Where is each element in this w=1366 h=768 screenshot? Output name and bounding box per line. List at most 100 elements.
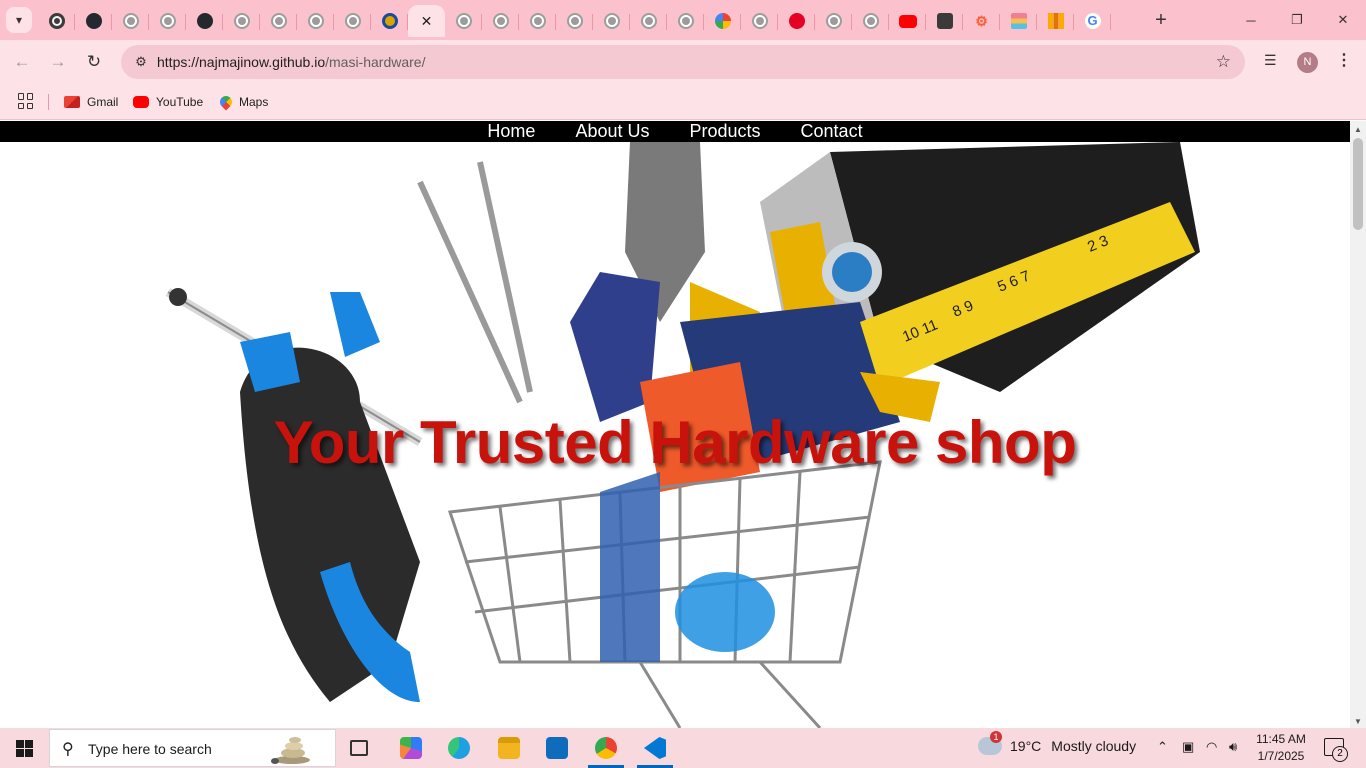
media-controls-icon[interactable]: ☰ bbox=[1264, 52, 1277, 69]
scroll-up-icon[interactable]: ▲ bbox=[1354, 125, 1362, 134]
tab[interactable] bbox=[223, 5, 260, 37]
url-host: https://najmajinow.github.io bbox=[157, 54, 326, 70]
arrow-right-icon: → bbox=[49, 52, 67, 71]
nav-link-contact[interactable]: Contact bbox=[801, 121, 863, 142]
rainbow-icon bbox=[1010, 13, 1027, 29]
tab-active[interactable]: ✕ bbox=[408, 5, 445, 37]
search-highlight-image bbox=[271, 737, 310, 764]
chevron-up-icon[interactable]: ⌃ bbox=[1157, 739, 1168, 755]
tab[interactable] bbox=[593, 5, 630, 37]
bookmark-youtube[interactable]: YouTube bbox=[133, 92, 203, 112]
tab[interactable] bbox=[852, 5, 889, 37]
youtube-icon bbox=[133, 96, 149, 108]
tab[interactable] bbox=[482, 5, 519, 37]
tab[interactable] bbox=[38, 5, 75, 37]
tab[interactable] bbox=[297, 5, 334, 37]
url-text[interactable]: https://najmajinow.github.io/masi-hardwa… bbox=[157, 54, 425, 70]
globe-icon bbox=[825, 13, 842, 29]
edge-icon[interactable] bbox=[448, 737, 470, 759]
nav-link-home[interactable]: Home bbox=[487, 121, 535, 142]
site-info-button[interactable]: ⚙ bbox=[129, 50, 153, 74]
globe-icon bbox=[122, 13, 139, 29]
globe-icon bbox=[270, 13, 287, 29]
browser-toolbar: ← → ↻ ⚙ https://najmajinow.github.io/mas… bbox=[0, 40, 1366, 85]
file-explorer-icon[interactable] bbox=[498, 737, 520, 759]
globe-icon bbox=[862, 13, 879, 29]
more-menu-icon[interactable]: ⋮ bbox=[1336, 50, 1352, 70]
page-scrollbar[interactable]: ▲ ▼ bbox=[1350, 121, 1366, 728]
tab[interactable] bbox=[704, 5, 741, 37]
close-window-button[interactable]: ✕ bbox=[1320, 0, 1366, 40]
bookmark-label: Maps bbox=[239, 95, 269, 109]
tab[interactable] bbox=[815, 5, 852, 37]
globe-icon bbox=[159, 13, 176, 29]
globe-icon bbox=[455, 13, 472, 29]
globe-icon bbox=[603, 13, 620, 29]
chrome-icon[interactable] bbox=[595, 737, 617, 759]
tab[interactable] bbox=[630, 5, 667, 37]
tab[interactable] bbox=[519, 5, 556, 37]
new-tab-button[interactable]: + bbox=[1150, 9, 1172, 31]
tab[interactable] bbox=[889, 5, 926, 37]
weather-alert-badge: 1 bbox=[990, 731, 1002, 743]
app-icon bbox=[936, 13, 953, 29]
tab[interactable] bbox=[1000, 5, 1037, 37]
tab[interactable] bbox=[667, 5, 704, 37]
tab[interactable] bbox=[260, 5, 297, 37]
tab[interactable] bbox=[149, 5, 186, 37]
weather-text: Mostly cloudy bbox=[1051, 738, 1137, 754]
volume-icon[interactable]: 🔊︎ bbox=[1229, 739, 1237, 755]
minimize-button[interactable]: ─ bbox=[1228, 0, 1274, 40]
apps-grid-icon[interactable] bbox=[18, 93, 34, 109]
vscode-icon[interactable] bbox=[644, 737, 666, 759]
weather-widget[interactable]: 1 19°C Mostly cloudy bbox=[978, 731, 1137, 755]
gmail-icon bbox=[64, 96, 80, 108]
restore-button[interactable]: ❐ bbox=[1274, 0, 1320, 40]
tab[interactable] bbox=[445, 5, 482, 37]
tab[interactable] bbox=[1037, 5, 1074, 37]
tab[interactable] bbox=[926, 5, 963, 37]
globe-icon bbox=[307, 13, 324, 29]
tab[interactable]: G bbox=[1074, 5, 1111, 37]
scrollbar-thumb[interactable] bbox=[1353, 138, 1363, 230]
system-clock[interactable]: 11:45 AM 1/7/2025 bbox=[1252, 731, 1310, 765]
outlook-icon[interactable] bbox=[546, 737, 568, 759]
tab-search-button[interactable]: ▾ bbox=[6, 7, 32, 33]
tab[interactable]: ⚙ bbox=[963, 5, 1000, 37]
bookmark-gmail[interactable]: Gmail bbox=[64, 92, 118, 112]
search-placeholder: Type here to search bbox=[88, 741, 212, 757]
forward-button[interactable]: → bbox=[46, 50, 70, 74]
address-bar[interactable]: ⚙ https://najmajinow.github.io/masi-hard… bbox=[121, 45, 1245, 79]
tab[interactable] bbox=[371, 5, 408, 37]
github-icon bbox=[85, 13, 102, 29]
github-icon bbox=[196, 13, 213, 29]
tab[interactable] bbox=[334, 5, 371, 37]
hero-title: Your Trusted Hardware shop bbox=[273, 409, 1077, 476]
bookmark-star-icon[interactable]: ☆ bbox=[1216, 52, 1231, 72]
tab[interactable] bbox=[778, 5, 815, 37]
tab[interactable] bbox=[112, 5, 149, 37]
taskbar-search-box[interactable]: ⚲ Type here to search bbox=[49, 729, 336, 767]
tab[interactable] bbox=[75, 5, 112, 37]
tab[interactable] bbox=[186, 5, 223, 37]
close-icon[interactable]: ✕ bbox=[421, 14, 433, 28]
windows-start-icon[interactable] bbox=[16, 740, 33, 757]
reload-button[interactable]: ↻ bbox=[82, 50, 106, 74]
task-view-icon[interactable] bbox=[350, 740, 368, 756]
copilot-icon[interactable] bbox=[400, 737, 422, 759]
scroll-down-icon[interactable]: ▼ bbox=[1354, 717, 1362, 726]
analytics-icon bbox=[1047, 13, 1064, 29]
nav-link-about[interactable]: About Us bbox=[575, 121, 649, 142]
tab[interactable] bbox=[556, 5, 593, 37]
profile-avatar[interactable]: N bbox=[1297, 52, 1318, 73]
wifi-icon[interactable]: ◠ bbox=[1206, 739, 1217, 755]
globe-icon bbox=[492, 13, 509, 29]
browser-tab-strip: ▾ ✕ ⚙ G + ─ ❐ ✕ bbox=[0, 0, 1366, 40]
meet-now-icon[interactable]: ▣ bbox=[1182, 739, 1194, 755]
nav-link-products[interactable]: Products bbox=[689, 121, 760, 142]
bookmark-maps[interactable]: Maps bbox=[217, 92, 269, 112]
maps-icon bbox=[217, 93, 235, 111]
tab[interactable] bbox=[741, 5, 778, 37]
clock-date: 1/7/2025 bbox=[1257, 749, 1305, 763]
back-button[interactable]: ← bbox=[10, 50, 34, 74]
